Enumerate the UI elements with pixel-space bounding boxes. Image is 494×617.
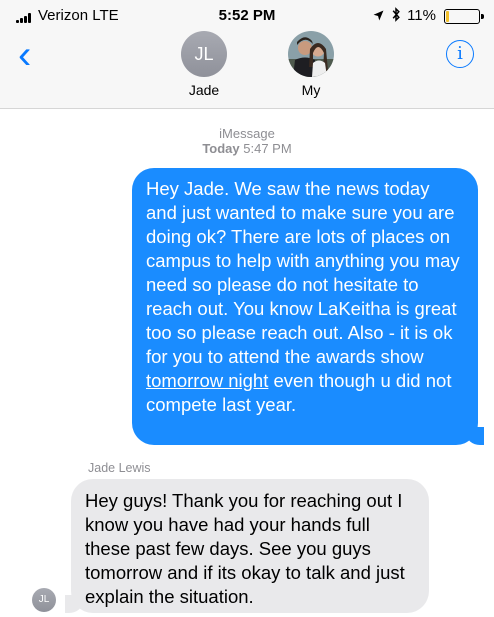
battery-percent: 11%	[407, 7, 436, 24]
sender-name: Jade Lewis	[88, 461, 151, 475]
outgoing-message[interactable]: Hey Jade. We saw the news today and just…	[132, 168, 484, 445]
incoming-message[interactable]: Hey guys! Thank you for reaching out I k…	[65, 479, 429, 613]
avatar: JL	[181, 31, 227, 77]
status-bar: Verizon LTE 5:52 PM 11%	[0, 0, 494, 30]
sender-avatar[interactable]: JL	[32, 588, 56, 612]
date-label: Today	[202, 141, 240, 156]
date-link[interactable]: tomorrow night	[146, 370, 268, 391]
participant-name: Jade	[188, 82, 220, 98]
conversation-timestamp: iMessage Today 5:47 PM	[0, 126, 494, 156]
chevron-left-icon[interactable]: ‹	[18, 35, 44, 75]
info-icon[interactable]: i	[446, 40, 474, 68]
battery-icon	[444, 9, 484, 24]
message-text: Hey guys! Thank you for reaching out I k…	[85, 490, 405, 607]
time-label: 5:47 PM	[243, 141, 292, 156]
conversation-header: Verizon LTE 5:52 PM 11% ‹ JL Jade My i	[0, 0, 494, 109]
avatar-photo	[288, 31, 334, 77]
message-text: Hey Jade. We saw the news today and just…	[146, 178, 460, 367]
battery-cap	[481, 14, 484, 19]
location-arrow-icon	[373, 10, 384, 21]
participant-jade[interactable]: JL Jade	[179, 31, 229, 98]
status-right-group: 11%	[373, 7, 436, 24]
service-label: iMessage	[219, 126, 275, 141]
participant-my[interactable]: My	[286, 31, 336, 98]
bluetooth-icon	[392, 7, 400, 22]
battery-fill	[446, 11, 449, 22]
participant-name: My	[301, 82, 321, 98]
